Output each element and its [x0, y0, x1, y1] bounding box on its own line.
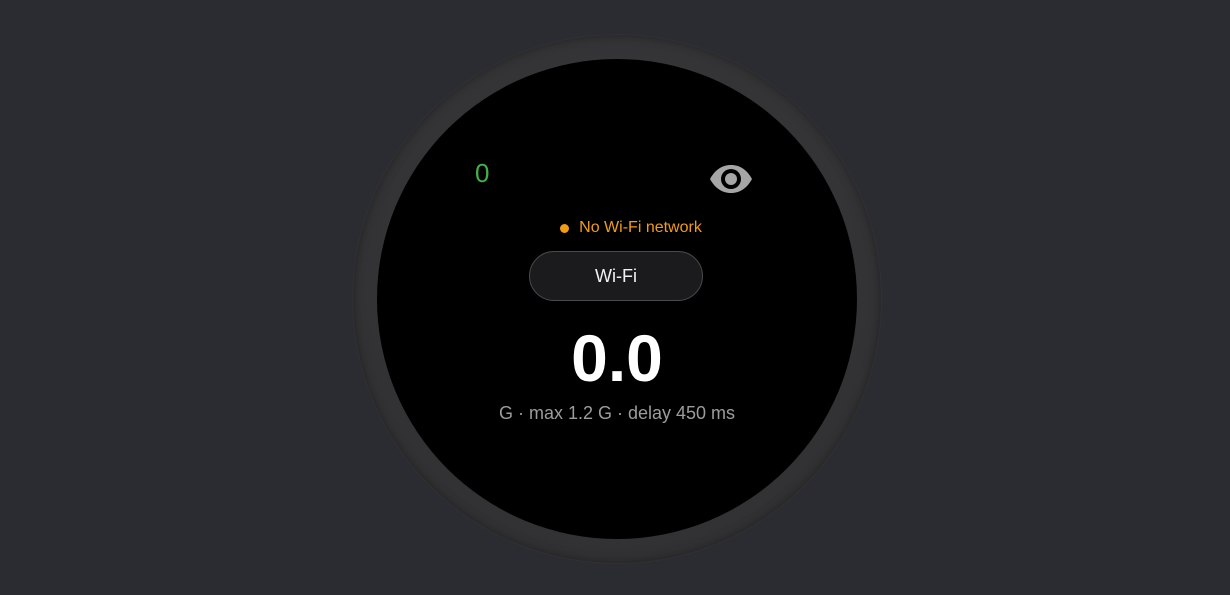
counter-value: 0 [475, 158, 490, 188]
status-indicator-dot [560, 223, 570, 233]
wifi-button[interactable]: Wi-Fi [529, 251, 703, 301]
watch-screen: 0 No Wi-Fi network Wi-Fi 0.0 G · max 1.2… [377, 59, 857, 539]
speed-value: 0.0 [571, 321, 663, 395]
network-status-text: No Wi-Fi network [579, 219, 702, 236]
network-status: No Wi-Fi network [391, 219, 857, 237]
visibility-toggle-button[interactable] [707, 160, 755, 198]
speed-details: G · max 1.2 G · delay 450 ms [498, 403, 736, 423]
app-canvas: 0 No Wi-Fi network Wi-Fi 0.0 G · max 1.2… [0, 0, 1230, 595]
eye-icon [710, 165, 752, 193]
